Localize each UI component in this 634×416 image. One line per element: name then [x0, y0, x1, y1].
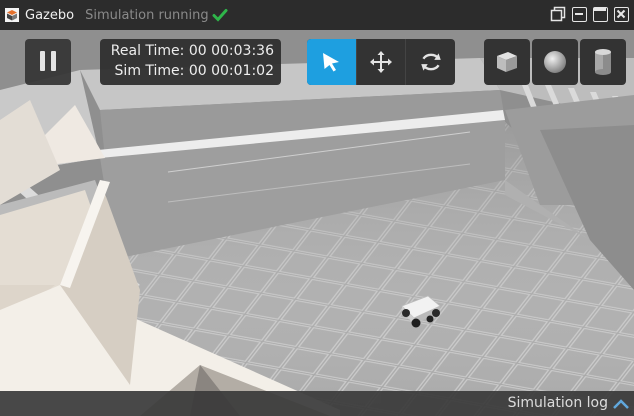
transform-toolbar: [307, 39, 455, 85]
gazebo-logo-icon: [5, 8, 19, 22]
gazebo-window: Gazebo Simulation running Real Time: 00 …: [0, 0, 634, 416]
close-window-button[interactable]: [614, 7, 629, 22]
simulation-log-label: Simulation log: [507, 395, 608, 411]
real-time-label: Real Time:: [110, 43, 185, 59]
3d-viewport[interactable]: Real Time: 00 00:03:36 Sim Time: 00 00:0…: [0, 30, 634, 416]
checkmark-icon: [212, 9, 228, 22]
window-controls: [550, 6, 629, 22]
scene-render: [0, 30, 634, 416]
simulation-status: Simulation running: [85, 7, 209, 23]
maximize-icon: [594, 8, 606, 11]
sim-time-label: Sim Time:: [114, 63, 185, 79]
insert-sphere-button[interactable]: [532, 39, 578, 85]
pause-icon-bar: [51, 51, 56, 71]
insert-cylinder-button[interactable]: [580, 39, 626, 85]
sim-time-row: Sim Time: 00 00:01:02: [115, 63, 274, 79]
chevron-up-icon[interactable]: [612, 399, 630, 409]
simulation-log-bar[interactable]: Simulation log: [0, 391, 634, 416]
insert-shapes-toolbar: [484, 39, 626, 85]
insert-box-button[interactable]: [484, 39, 530, 85]
real-time-value: 00 00:03:36: [188, 43, 274, 59]
box-icon: [497, 52, 517, 72]
restore-window-button[interactable]: [550, 6, 566, 22]
restore-icon: [550, 6, 566, 22]
rotate-mode-button[interactable]: [406, 39, 455, 85]
translate-icon: [370, 51, 392, 73]
maximize-window-button[interactable]: [593, 7, 608, 22]
real-time-row: Real Time: 00 00:03:36: [111, 43, 274, 59]
minimize-icon: [575, 13, 583, 15]
select-mode-button[interactable]: [307, 39, 357, 85]
translate-mode-button[interactable]: [357, 39, 407, 85]
select-arrow-icon: [323, 53, 340, 72]
app-title: Gazebo: [25, 7, 75, 23]
time-display: Real Time: 00 00:03:36 Sim Time: 00 00:0…: [100, 39, 281, 85]
close-icon: [616, 9, 626, 19]
pause-icon: [40, 51, 45, 71]
cylinder-icon: [595, 49, 611, 75]
title-bar: Gazebo Simulation running: [0, 0, 634, 30]
sphere-icon: [544, 51, 566, 73]
sim-time-value: 00 00:01:02: [188, 63, 274, 79]
pause-button[interactable]: [25, 39, 71, 85]
minimize-window-button[interactable]: [572, 7, 587, 22]
rotate-icon: [420, 53, 441, 71]
